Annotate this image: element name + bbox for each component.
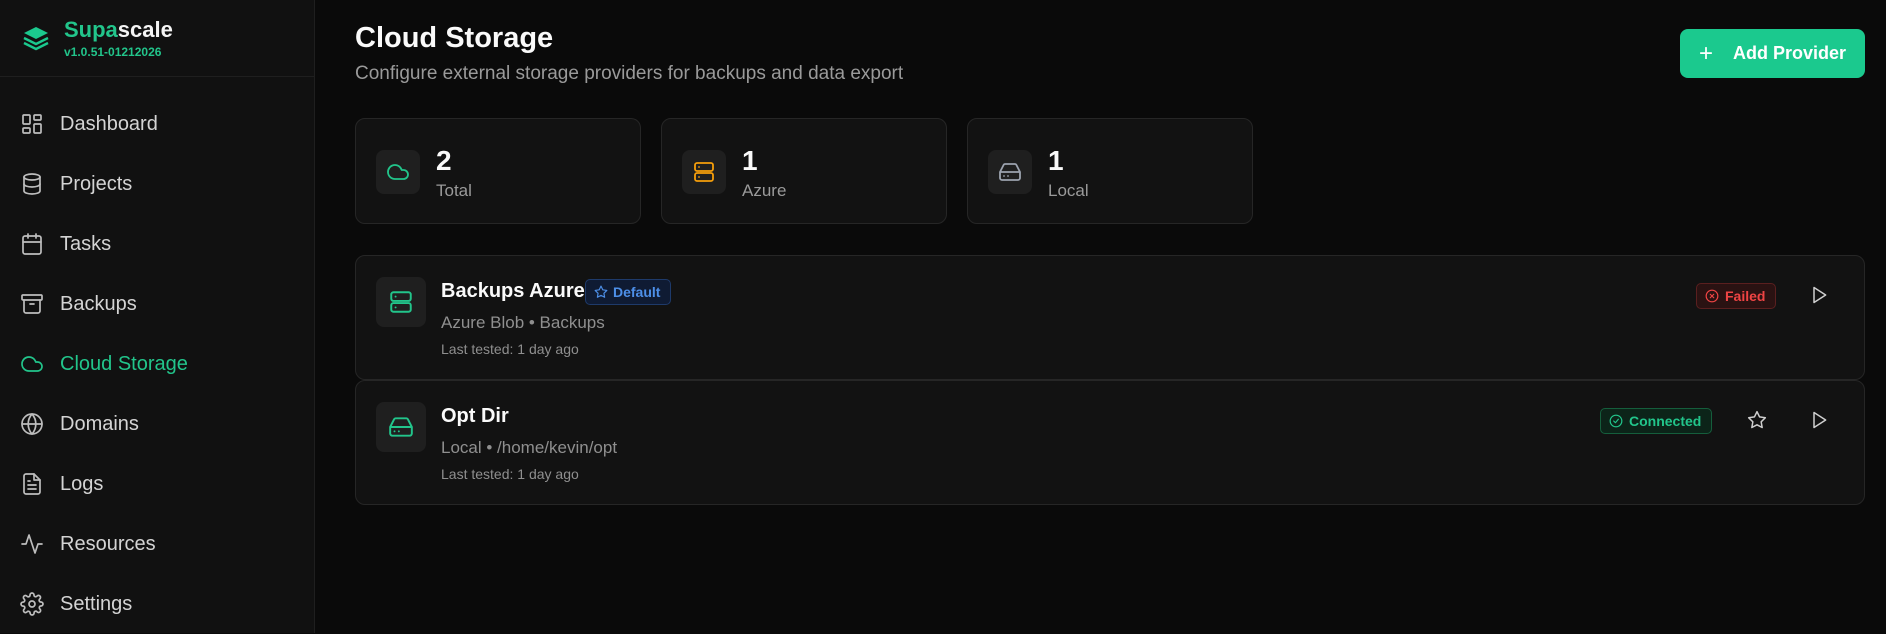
provider-meta: Local • /home/kevin/opt bbox=[441, 438, 618, 457]
sidebar-item-domains[interactable]: Domains bbox=[0, 394, 314, 454]
provider-meta: Azure Blob • Backups bbox=[441, 313, 605, 332]
stat-icon-box bbox=[988, 150, 1032, 194]
page-title: Cloud Storage bbox=[355, 22, 554, 54]
stat-value: 1 bbox=[1048, 145, 1064, 176]
provider-last-tested: Last tested: 1 day ago bbox=[441, 466, 579, 482]
test-connection-button[interactable] bbox=[1804, 280, 1834, 310]
server-icon bbox=[694, 162, 714, 182]
check-circle-icon bbox=[1609, 414, 1623, 428]
stat-value: 2 bbox=[436, 145, 452, 176]
stat-label: Azure bbox=[742, 181, 787, 200]
globe-icon bbox=[21, 413, 43, 435]
provider-name: Opt Dir bbox=[441, 405, 509, 427]
sidebar-item-label: Resources bbox=[60, 532, 156, 555]
status-badge: Connected bbox=[1600, 408, 1713, 434]
sidebar-item-resources[interactable]: Resources bbox=[0, 514, 314, 574]
stat-card-local: 1 Local bbox=[967, 118, 1253, 224]
app-version: v1.0.51-01212026 bbox=[64, 45, 162, 59]
provider-row[interactable]: Opt Dir Local • /home/kevin/opt Last tes… bbox=[355, 380, 1865, 505]
status-label: Failed bbox=[1725, 288, 1766, 304]
x-circle-icon bbox=[1705, 289, 1719, 303]
app-name: Supascale bbox=[64, 17, 173, 43]
star-icon bbox=[1747, 410, 1767, 429]
logo-icon bbox=[23, 27, 49, 51]
hard-drive-icon bbox=[999, 163, 1021, 181]
default-badge: Default bbox=[585, 279, 672, 305]
star-icon bbox=[594, 285, 608, 298]
sidebar-item-label: Backups bbox=[60, 292, 137, 315]
plus-icon: + bbox=[1698, 39, 1713, 67]
app-name-part2: scale bbox=[117, 17, 173, 42]
add-provider-label: Add Provider bbox=[1732, 43, 1847, 63]
stat-value: 1 bbox=[742, 145, 758, 176]
provider-name: Backups Azure bbox=[441, 280, 585, 302]
file-text-icon bbox=[23, 473, 41, 495]
server-icon bbox=[390, 291, 412, 313]
test-connection-button[interactable] bbox=[1804, 405, 1834, 435]
add-provider-button[interactable]: + Add Provider bbox=[1680, 29, 1865, 78]
stat-icon-box bbox=[682, 150, 726, 194]
dashboard-icon bbox=[22, 114, 42, 134]
play-icon bbox=[1813, 411, 1827, 429]
page-subtitle: Configure external storage providers for… bbox=[355, 63, 904, 84]
cloud-icon bbox=[21, 356, 43, 372]
status-badge: Failed bbox=[1696, 283, 1777, 309]
status-label: Connected bbox=[1629, 413, 1702, 429]
sidebar-nav: Dashboard Projects Tasks Backups Cloud S… bbox=[0, 94, 314, 634]
sidebar-item-label: Domains bbox=[60, 412, 139, 435]
sidebar-item-label: Settings bbox=[60, 592, 133, 615]
activity-icon bbox=[21, 534, 43, 554]
sidebar-item-label: Dashboard bbox=[60, 112, 158, 135]
sidebar-item-tasks[interactable]: Tasks bbox=[0, 214, 314, 274]
sidebar-item-label: Projects bbox=[60, 172, 133, 195]
sidebar-item-dashboard[interactable]: Dashboard bbox=[0, 94, 314, 154]
provider-icon-box bbox=[376, 277, 426, 327]
stat-card-total: 2 Total bbox=[355, 118, 641, 224]
stat-icon-box bbox=[376, 150, 420, 194]
sidebar-item-settings[interactable]: Settings bbox=[0, 574, 314, 634]
archive-icon bbox=[21, 294, 43, 314]
stat-label: Total bbox=[436, 181, 472, 200]
app-name-part1: Supa bbox=[64, 17, 118, 42]
set-default-button[interactable] bbox=[1742, 405, 1772, 435]
gear-icon bbox=[20, 592, 44, 616]
sidebar-item-projects[interactable]: Projects bbox=[0, 154, 314, 214]
database-icon bbox=[23, 173, 41, 195]
brand: Supascale v1.0.51-01212026 bbox=[0, 0, 314, 77]
sidebar-item-label: Cloud Storage bbox=[60, 352, 188, 375]
sidebar-item-backups[interactable]: Backups bbox=[0, 274, 314, 334]
sidebar-item-label: Tasks bbox=[60, 232, 112, 255]
default-badge-label: Default bbox=[613, 284, 661, 300]
hard-drive-icon bbox=[389, 417, 413, 437]
play-icon bbox=[1813, 286, 1827, 304]
sidebar-item-cloud-storage[interactable]: Cloud Storage bbox=[0, 334, 314, 394]
stat-card-azure: 1 Azure bbox=[661, 118, 947, 224]
calendar-icon bbox=[22, 233, 42, 255]
sidebar: Supascale v1.0.51-01212026 Dashboard Pro… bbox=[0, 0, 315, 633]
sidebar-item-logs[interactable]: Logs bbox=[0, 454, 314, 514]
stat-label: Local bbox=[1048, 181, 1089, 200]
cloud-icon bbox=[387, 164, 409, 180]
sidebar-item-label: Logs bbox=[60, 472, 104, 495]
provider-icon-box bbox=[376, 402, 426, 452]
provider-last-tested: Last tested: 1 day ago bbox=[441, 341, 579, 357]
provider-row[interactable]: Backups Azure Default Azure Blob • Backu… bbox=[355, 255, 1865, 380]
